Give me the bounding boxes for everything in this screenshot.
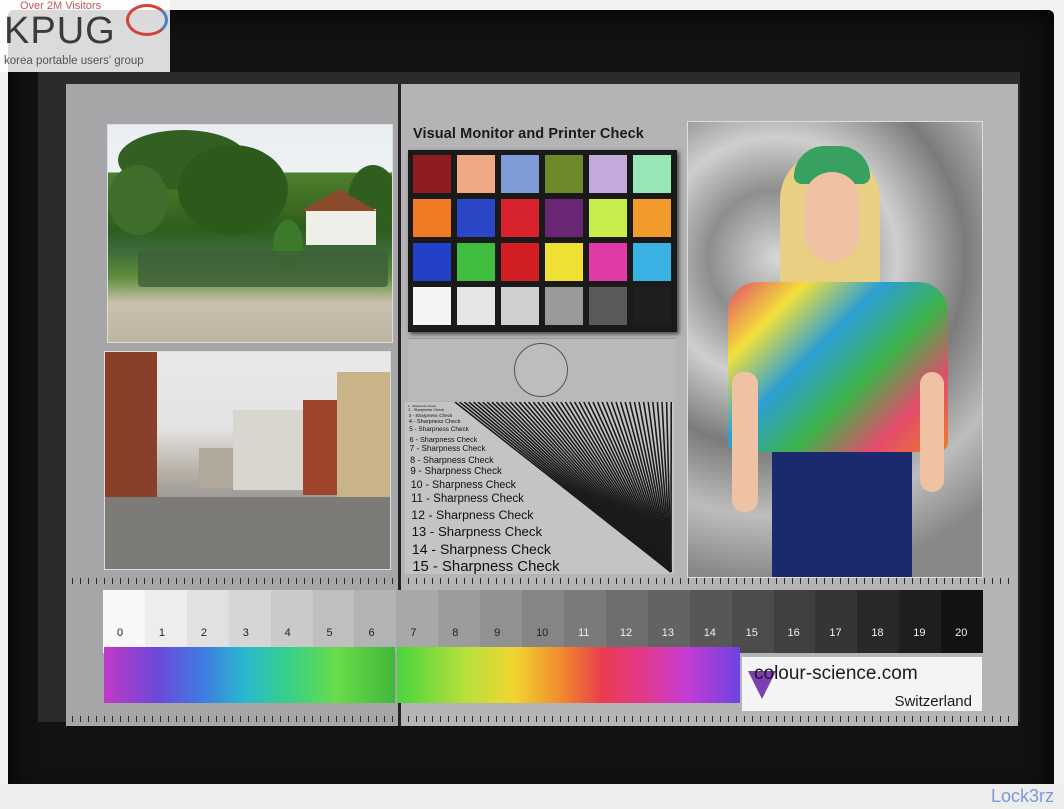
brand-country: Switzerland [894, 693, 972, 710]
color-patch [501, 287, 539, 325]
color-patch [589, 155, 627, 193]
gray-step: 1 [144, 590, 187, 653]
spectrum-left [104, 647, 395, 703]
gray-step: 19 [899, 590, 942, 653]
sharpness-label: 6 - Sharpness Check [409, 434, 478, 444]
gray-step: 6 [354, 590, 397, 653]
sharpness-label: 4 - Sharpness Check [408, 419, 461, 425]
color-patch [633, 199, 671, 237]
sharpness-label: 13 - Sharpness Check [411, 523, 543, 539]
gray-step: 0 [103, 590, 145, 653]
gray-step: 10 [522, 590, 564, 653]
sharpness-label: 14 - Sharpness Check [411, 540, 551, 557]
gray-step-number: 20 [955, 627, 968, 639]
color-patch [413, 199, 451, 237]
bottom-margin [0, 784, 1064, 809]
gray-step: 13 [647, 590, 690, 653]
top-ruler [72, 578, 1012, 584]
color-patch [545, 287, 583, 325]
sharpness-label: 3 - Sharpness Check [408, 412, 453, 418]
gray-step: 20 [941, 590, 984, 653]
spectrum-right [397, 647, 740, 703]
color-checker [408, 150, 677, 332]
sharpness-label: 5 - Sharpness Check [409, 426, 469, 434]
gray-step: 11 [563, 590, 606, 653]
color-patch [413, 155, 451, 193]
gray-step: 5 [312, 590, 355, 653]
brand-box: colour-science.com Switzerland [742, 657, 982, 711]
chart-title: Visual Monitor and Printer Check [413, 126, 644, 142]
color-spectrum [104, 647, 740, 703]
watermark-subtitle: korea portable users' group [4, 55, 144, 67]
watermark-signature: Lock3rz [990, 786, 1054, 806]
gray-step: 9 [480, 590, 523, 653]
gray-step: 4 [270, 590, 313, 653]
gray-step: 15 [731, 590, 774, 653]
color-patch [545, 199, 583, 237]
color-patch [589, 243, 627, 281]
sharpness-label: 2 - Sharpness Check [408, 407, 445, 412]
gray-step: 18 [857, 590, 900, 653]
portrait-photo [687, 121, 983, 578]
gray-step: 8 [438, 590, 481, 653]
color-patch [545, 155, 583, 193]
sharpness-label: 10 - Sharpness Check [410, 478, 516, 491]
color-patch [413, 243, 451, 281]
gray-step: 7 [396, 590, 439, 653]
gray-step: 14 [689, 590, 732, 653]
sharpness-check-area: 1 - Sharpness Check 2 - Sharpness Check 3 … [405, 402, 674, 576]
sharpness-label: 11 - Sharpness Check [411, 492, 524, 505]
sharpness-label: 12 - Sharpness Check [411, 507, 534, 522]
color-patch [633, 287, 671, 325]
color-patch [633, 243, 671, 281]
gray-step: 2 [186, 590, 229, 653]
color-patch [589, 199, 627, 237]
brand-site: colour-science.com [754, 663, 918, 684]
color-patch [457, 243, 495, 281]
sharpness-label: 7 - Sharpness Check [409, 443, 486, 453]
color-patch [457, 155, 495, 193]
color-patch [501, 155, 539, 193]
street-photo [104, 351, 391, 570]
gray-step: 16 [773, 590, 816, 653]
sharpness-label: 9 - Sharpness Check [410, 466, 502, 478]
color-patch [457, 287, 495, 325]
park-photo [107, 124, 393, 343]
grayscale-steps: 0 1 2 3 4 5 6 7 8 9 10 11 12 13 14 15 16 17 18 19 20 [103, 590, 984, 653]
kpug-watermark: Over 2M Visitors KPUG korea portable use… [0, 0, 170, 72]
color-patch [413, 287, 451, 325]
gray-step: 17 [815, 590, 858, 653]
geometry-circle [514, 343, 568, 397]
color-patch [501, 199, 539, 237]
color-patch [589, 287, 627, 325]
color-patch [633, 155, 671, 193]
sharpness-label: 15 - Sharpness Check [412, 559, 560, 576]
gray-step: 3 [228, 590, 271, 653]
gray-step: 12 [605, 590, 648, 653]
color-patch [457, 199, 495, 237]
color-patch [545, 243, 583, 281]
bottom-ruler [72, 716, 1012, 722]
watermark-name: KPUG [4, 10, 116, 52]
kpug-swirl-icon [126, 4, 168, 36]
color-patch [501, 243, 539, 281]
sharpness-label: 8 - Sharpness Check [410, 454, 494, 465]
circle-test-area [408, 338, 676, 401]
